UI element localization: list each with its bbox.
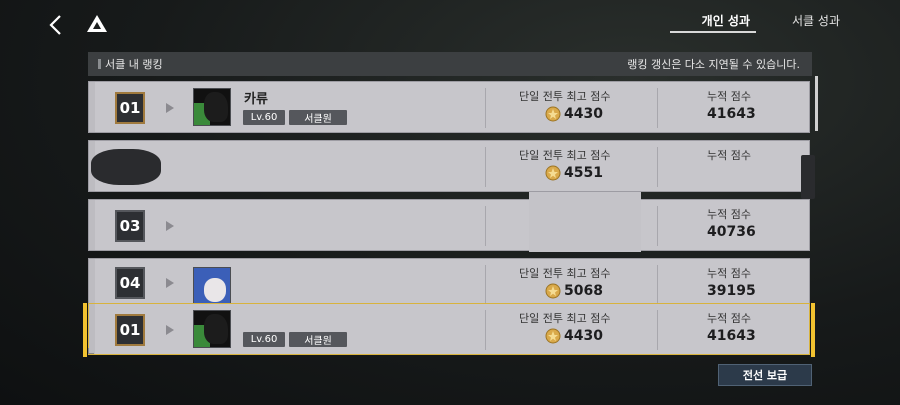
medal-icon [545, 328, 561, 344]
player-name: 카류 [244, 92, 268, 107]
my-ranking-row[interactable]: 01 Lv.60 서클원 단일 전투 최고 점수 4430 누적 점수 4164… [83, 303, 815, 357]
best-score-value: 4430 [545, 106, 603, 122]
best-score-value: 5068 [545, 283, 603, 299]
update-notice: 랭킹 갱신은 다소 지연될 수 있습니다. [627, 58, 800, 71]
avatar[interactable] [193, 267, 231, 305]
total-score-value: 41643 [707, 328, 756, 344]
best-score-label: 단일 전투 최고 점수 [519, 312, 611, 325]
total-score-value: 41643 [707, 106, 756, 122]
level-chip: Lv.60 [243, 110, 285, 125]
redaction-mark [91, 149, 161, 185]
play-icon [166, 325, 174, 335]
back-button[interactable] [44, 12, 68, 38]
rank-badge: 03 [115, 210, 145, 242]
ranking-list[interactable]: 01 카류 Lv.60 서클원 단일 전투 최고 점수 4430 누적 점수 4… [83, 76, 818, 357]
rank-badge: 04 [115, 267, 145, 299]
total-score-label: 누적 점수 [707, 208, 751, 221]
ranking-row[interactable]: 01 카류 Lv.60 서클원 단일 전투 최고 점수 4430 누적 점수 4… [88, 81, 810, 133]
role-chip: 서클원 [289, 110, 347, 125]
title-marker [98, 59, 101, 69]
tab-circle-results[interactable]: 서클 성과 [792, 12, 840, 33]
medal-icon [545, 165, 561, 181]
play-icon [166, 221, 174, 231]
play-icon [166, 278, 174, 288]
medal-icon [545, 106, 561, 122]
panel-title: 서클 내 랭킹 [105, 58, 163, 71]
corner-decoration [88, 348, 94, 354]
panel-header: 서클 내 랭킹 랭킹 갱신은 다소 지연될 수 있습니다. [88, 52, 812, 76]
chevron-left-icon [49, 15, 61, 35]
ranking-row[interactable]: 04 단일 전투 최고 점수 5068 누적 점수 39195 [88, 258, 810, 305]
tab-bar: 개인 성과 서클 성과 [702, 12, 840, 33]
total-score-value: 39195 [707, 283, 756, 299]
medal-icon [545, 283, 561, 299]
total-score-label: 누적 점수 [707, 90, 751, 103]
best-score-label: 단일 전투 최고 점수 [519, 90, 611, 103]
ranking-panel: 서클 내 랭킹 랭킹 갱신은 다소 지연될 수 있습니다. 01 카류 Lv.6… [83, 52, 818, 357]
redaction-mark [529, 192, 641, 252]
total-score-label: 누적 점수 [707, 149, 751, 162]
level-chip: Lv.60 [243, 332, 285, 347]
ranking-row[interactable]: 03 누적 점수 40736 [88, 192, 810, 252]
total-score-value: 40736 [707, 224, 756, 240]
tab-personal-results[interactable]: 개인 성과 [702, 12, 750, 33]
best-score-label: 단일 전투 최고 점수 [519, 267, 611, 280]
total-score-label: 누적 점수 [707, 312, 751, 325]
ranking-row[interactable]: 단일 전투 최고 점수 4551 누적 점수 [88, 140, 815, 199]
total-score-label: 누적 점수 [707, 267, 751, 280]
best-score-label: 단일 전투 최고 점수 [519, 149, 611, 162]
frontline-supply-button[interactable]: 전선 보급 [718, 364, 812, 386]
best-score-value: 4430 [545, 328, 603, 344]
active-tab-indicator [670, 31, 756, 33]
rank-badge: 01 [115, 92, 145, 124]
scrollbar[interactable] [815, 76, 818, 131]
app-logo-icon [86, 13, 108, 35]
avatar[interactable] [193, 310, 231, 348]
rank-badge: 01 [115, 314, 145, 346]
role-chip: 서클원 [289, 332, 347, 347]
avatar[interactable] [193, 88, 231, 126]
best-score-value: 4551 [545, 165, 603, 181]
play-icon [166, 103, 174, 113]
